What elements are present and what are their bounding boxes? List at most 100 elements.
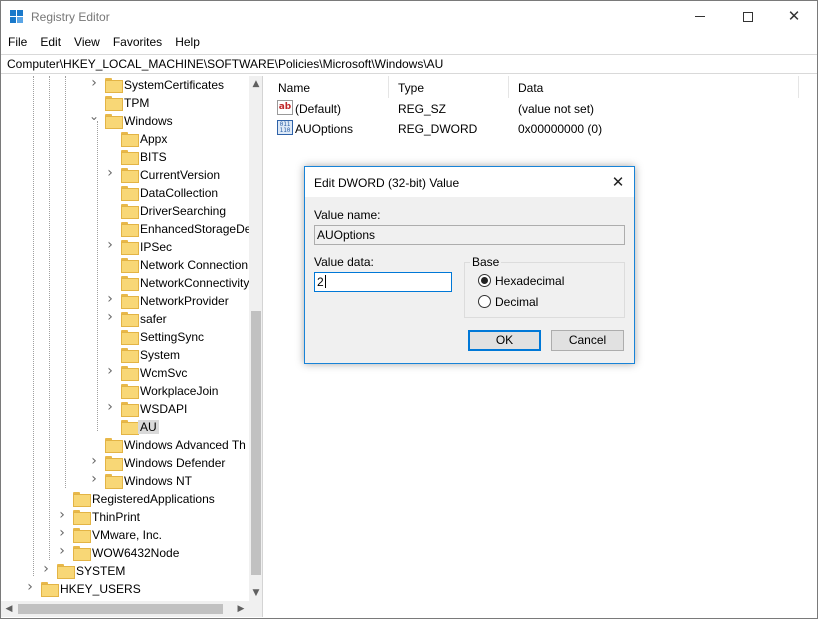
cancel-button[interactable]: Cancel	[551, 330, 624, 351]
chevron-right-icon[interactable]: ›	[57, 508, 67, 522]
tree-item-datacollection[interactable]: DataCollection	[1, 184, 249, 202]
tree-item-windows-defender[interactable]: › Windows Defender	[1, 454, 249, 472]
tree-item-wow6432node[interactable]: › WOW6432Node	[1, 544, 249, 562]
tree-item-label: VMware, Inc.	[92, 528, 163, 542]
ok-button[interactable]: OK	[468, 330, 541, 351]
tree-item-currentversion[interactable]: › CurrentVersion	[1, 166, 249, 184]
tree-item-networkconnectivity[interactable]: NetworkConnectivity	[1, 274, 249, 292]
dialog-close-icon[interactable]: ✕	[608, 172, 628, 192]
tree-guide-line	[33, 76, 34, 576]
tree-item-label: NetworkConnectivity	[140, 276, 250, 290]
column-name[interactable]: Name	[269, 76, 389, 98]
list-row-auoptions[interactable]: 011 110 AUOptions REG_DWORD 0x00000000 (…	[269, 119, 799, 138]
folder-icon	[121, 402, 139, 417]
tree-item-systemcertificates[interactable]: › SystemCertificates	[1, 76, 249, 94]
scrollbar-corner	[249, 601, 262, 617]
folder-icon	[121, 204, 139, 219]
chevron-right-icon[interactable]: ›	[89, 454, 99, 468]
tree-item-networkprovider[interactable]: › NetworkProvider	[1, 292, 249, 310]
chevron-right-icon[interactable]: ›	[25, 580, 35, 594]
tree-item-driversearching[interactable]: DriverSearching	[1, 202, 249, 220]
tree-item-safer[interactable]: › safer	[1, 310, 249, 328]
chevron-right-icon[interactable]: ›	[41, 562, 51, 576]
value-data-input[interactable]: 2	[314, 272, 452, 292]
folder-icon	[121, 348, 139, 363]
folder-icon	[105, 114, 123, 129]
folder-icon	[73, 510, 91, 525]
tree-item-settingsync[interactable]: SettingSync	[1, 328, 249, 346]
tree-item-bits[interactable]: BITS	[1, 148, 249, 166]
tree-item-windows-nt[interactable]: › Windows NT	[1, 472, 249, 490]
tree-item-registeredapplications[interactable]: RegisteredApplications	[1, 490, 249, 508]
registry-tree[interactable]: › SystemCertificates TPM ⌄ Windows Appx BITS › C…	[1, 76, 263, 617]
address-bar[interactable]: Computer\HKEY_LOCAL_MACHINE\SOFTWARE\Pol…	[1, 54, 817, 74]
tree-item-system[interactable]: System	[1, 346, 249, 364]
chevron-right-icon[interactable]: ›	[105, 166, 115, 180]
value-data-label: Value data:	[314, 255, 374, 269]
tree-vertical-scrollbar[interactable]: ▲ ▼	[249, 76, 262, 601]
tree-item-label: Windows	[124, 114, 173, 128]
folder-icon	[121, 384, 139, 399]
chevron-right-icon[interactable]: ›	[57, 544, 67, 558]
menu-favorites[interactable]: Favorites	[106, 33, 168, 53]
list-row-default[interactable]: ab (Default) REG_SZ (value not set)	[269, 99, 799, 118]
tree-item-hkey-users[interactable]: › HKEY_USERS	[1, 580, 249, 598]
tree-item-wsdapi[interactable]: › WSDAPI	[1, 400, 249, 418]
scroll-left-icon[interactable]: ◀	[1, 601, 17, 617]
tree-item-thinprint[interactable]: › ThinPrint	[1, 508, 249, 526]
scroll-up-icon[interactable]: ▲	[249, 76, 262, 92]
close-button[interactable]: ✕	[771, 1, 817, 32]
chevron-right-icon[interactable]: ›	[105, 292, 115, 306]
tree-item-label: Appx	[140, 132, 168, 146]
scroll-down-icon[interactable]: ▼	[249, 585, 262, 601]
tree-horizontal-scrollbar[interactable]: ◀ ▶	[1, 601, 249, 617]
folder-icon	[121, 186, 139, 201]
tree-item-windows[interactable]: ⌄ Windows	[1, 110, 249, 130]
tree-item-label: WorkplaceJoin	[140, 384, 219, 398]
chevron-right-icon[interactable]: ›	[57, 526, 67, 540]
tree-item-label: SystemCertificates	[124, 78, 225, 92]
tree-item-label: Windows Advanced Th	[124, 438, 246, 452]
radio-unchecked-icon[interactable]	[478, 295, 491, 308]
chevron-right-icon[interactable]: ›	[105, 364, 115, 378]
tree-item-network-connection[interactable]: Network Connection	[1, 256, 249, 274]
title-bar: Registry Editor ✕	[1, 1, 817, 32]
tree-item-wcmsvc[interactable]: › WcmSvc	[1, 364, 249, 382]
chevron-right-icon[interactable]: ›	[105, 238, 115, 252]
tree-item-label: HKEY_USERS	[60, 582, 141, 596]
radio-checked-icon[interactable]	[478, 274, 491, 287]
folder-icon	[105, 438, 123, 453]
chevron-right-icon[interactable]: ›	[105, 310, 115, 324]
scroll-right-icon[interactable]: ▶	[233, 601, 249, 617]
maximize-button[interactable]	[725, 1, 771, 32]
tree-item-label: BITS	[140, 150, 167, 164]
chevron-right-icon[interactable]: ›	[89, 76, 99, 90]
horizontal-scroll-thumb[interactable]	[18, 604, 223, 614]
tree-item-system[interactable]: › SYSTEM	[1, 562, 249, 580]
menu-help[interactable]: Help	[168, 33, 206, 53]
folder-icon	[41, 582, 59, 597]
folder-icon	[105, 96, 123, 111]
chevron-right-icon[interactable]: ›	[89, 472, 99, 486]
column-type[interactable]: Type	[389, 76, 509, 98]
column-data[interactable]: Data	[509, 76, 799, 98]
tree-item-appx[interactable]: Appx	[1, 130, 249, 148]
menu-edit[interactable]: Edit	[33, 33, 67, 53]
vertical-scroll-thumb[interactable]	[251, 311, 261, 575]
tree-item-au[interactable]: AU	[1, 418, 249, 436]
tree-item-workplacejoin[interactable]: WorkplaceJoin	[1, 382, 249, 400]
tree-item-windows-advanced-th[interactable]: Windows Advanced Th	[1, 436, 249, 454]
tree-item-label: SYSTEM	[76, 564, 126, 578]
minimize-button[interactable]	[677, 1, 723, 32]
text-caret	[324, 275, 326, 288]
chevron-right-icon[interactable]: ›	[105, 400, 115, 414]
menu-file[interactable]: File	[1, 33, 33, 53]
tree-item-ipsec[interactable]: › IPSec	[1, 238, 249, 256]
tree-item-vmware-inc[interactable]: › VMware, Inc.	[1, 526, 249, 544]
tree-item-enhancedstoragede[interactable]: EnhancedStorageDe	[1, 220, 251, 238]
tree-item-label: TPM	[124, 96, 150, 110]
tree-item-tpm[interactable]: TPM	[1, 94, 249, 112]
tree-item-label: Windows NT	[124, 474, 193, 488]
menu-view[interactable]: View	[67, 33, 106, 53]
folder-icon	[121, 222, 139, 237]
